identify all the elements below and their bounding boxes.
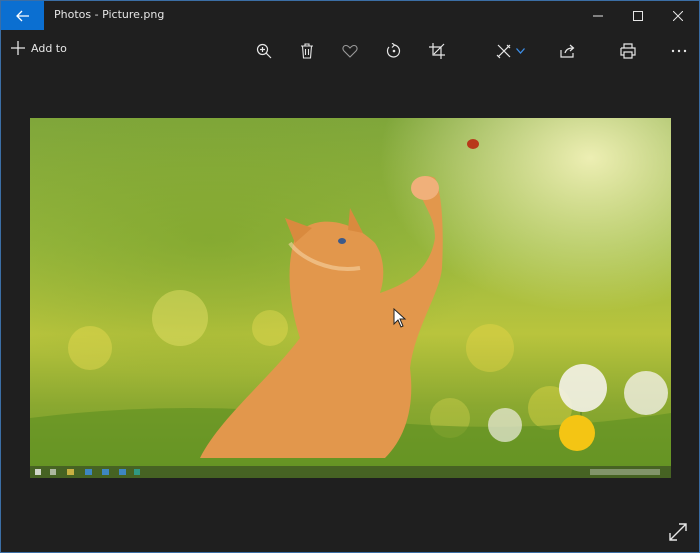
mouse-cursor-icon	[393, 308, 407, 328]
add-to-label: Add to	[31, 41, 67, 55]
back-arrow-icon	[15, 10, 29, 21]
back-button[interactable]	[1, 1, 44, 30]
minimize-icon	[593, 15, 603, 16]
close-icon	[673, 10, 683, 21]
rotate-button[interactable]	[381, 38, 407, 64]
maximize-icon	[633, 10, 643, 21]
fullscreen-button[interactable]	[665, 519, 691, 545]
more-icon	[671, 49, 687, 53]
delete-button[interactable]	[294, 38, 320, 64]
zoom-button[interactable]	[251, 38, 277, 64]
share-icon	[560, 44, 575, 58]
print-button[interactable]	[615, 38, 641, 64]
favorite-button[interactable]	[337, 38, 363, 64]
favorite-icon	[342, 44, 358, 58]
chevron-down-icon	[515, 48, 525, 54]
edit-draw-icon	[496, 44, 511, 59]
close-button[interactable]	[655, 1, 700, 30]
print-icon	[620, 43, 636, 59]
rotate-icon	[386, 43, 401, 58]
photos-window: Photos - Picture.png Add to	[0, 0, 700, 553]
more-button[interactable]	[666, 38, 692, 64]
edit-dropdown[interactable]	[513, 38, 527, 64]
share-button[interactable]	[555, 38, 581, 64]
photo-viewer-image[interactable]	[30, 118, 671, 478]
crop-button[interactable]	[424, 38, 450, 64]
zoom-in-icon	[256, 43, 272, 59]
delete-icon	[301, 43, 313, 59]
plus-icon	[11, 41, 25, 55]
command-bar: Add to	[1, 30, 699, 72]
expand-icon	[669, 523, 687, 541]
crop-icon	[429, 43, 445, 59]
kitten-photo	[30, 139, 671, 478]
title-bar: Photos - Picture.png	[1, 1, 699, 30]
window-title: Photos - Picture.png	[54, 8, 165, 21]
add-to-button[interactable]: Add to	[11, 41, 67, 55]
